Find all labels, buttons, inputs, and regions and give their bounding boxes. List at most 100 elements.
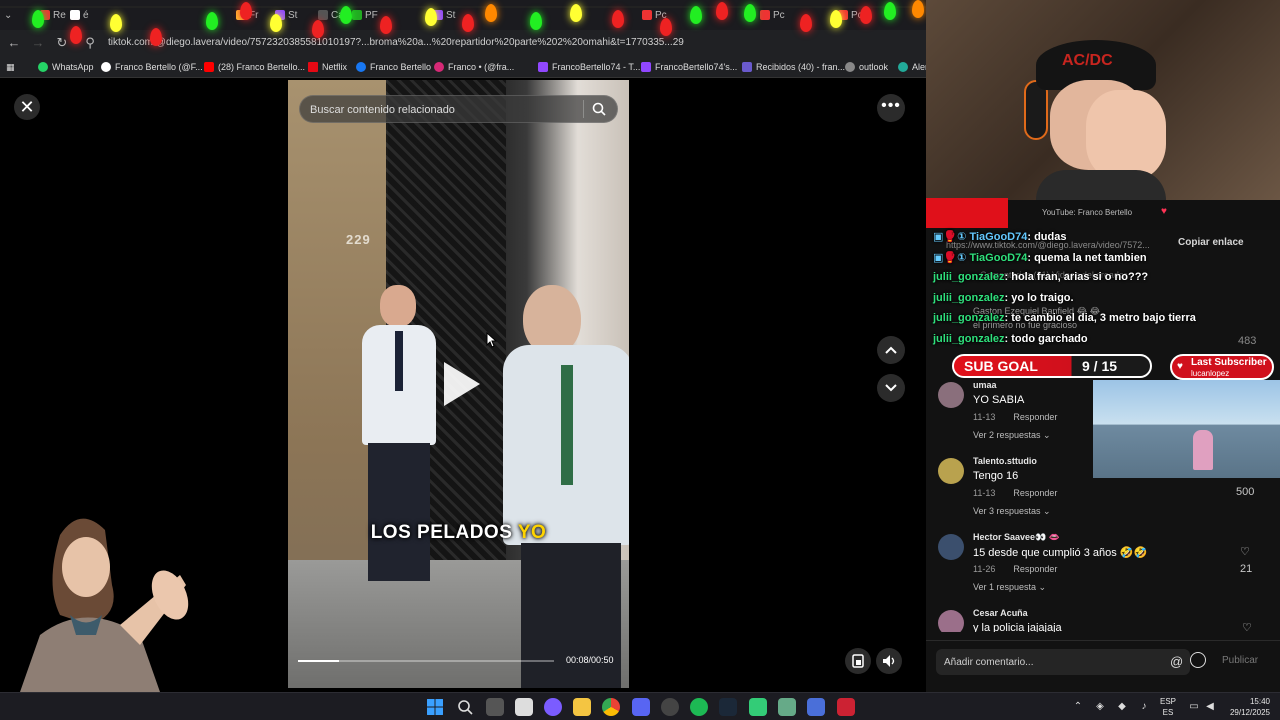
chat-message: julii_gonzalez: todo garchado bbox=[933, 333, 1088, 345]
microphone-icon[interactable]: ♪ bbox=[1138, 701, 1150, 713]
more-options-button[interactable]: ••• bbox=[877, 94, 905, 122]
network-icon[interactable]: ▭ bbox=[1188, 701, 1200, 713]
tab-menu-chevron[interactable]: ⌄ bbox=[4, 6, 12, 24]
forward-arrow-icon[interactable]: → bbox=[30, 35, 46, 51]
building-number: 229 bbox=[346, 232, 371, 247]
reload-icon[interactable]: ↻ bbox=[54, 35, 70, 51]
apps-grid-icon[interactable]: ▦ bbox=[6, 60, 15, 74]
avatar[interactable] bbox=[938, 458, 964, 484]
avatar[interactable] bbox=[938, 382, 964, 408]
copy-link-button[interactable]: Copiar enlace bbox=[1178, 237, 1244, 248]
emoji-icon[interactable] bbox=[1190, 652, 1206, 668]
bookmark-twitch-2[interactable]: FrancoBertello74's... bbox=[641, 60, 737, 74]
heart-icon: ♥ bbox=[1161, 206, 1167, 217]
back-arrow-icon[interactable]: ← bbox=[6, 35, 22, 51]
windows-start-icon[interactable] bbox=[426, 698, 444, 716]
close-button[interactable]: ✕ bbox=[14, 94, 40, 120]
volume-button[interactable] bbox=[876, 648, 902, 674]
bookmark-mail[interactable]: Recibidos (40) - fran... bbox=[742, 60, 845, 74]
steam-icon[interactable] bbox=[719, 698, 737, 716]
mouse-cursor-icon bbox=[486, 332, 498, 348]
picture-in-picture-button[interactable] bbox=[845, 648, 871, 674]
app-icon[interactable] bbox=[837, 698, 855, 716]
faded-like-count: 483 bbox=[1238, 335, 1257, 347]
bookmark-whatsapp[interactable]: WhatsApp bbox=[38, 60, 94, 74]
light-bulb bbox=[830, 10, 842, 28]
chrome-icon[interactable] bbox=[602, 698, 620, 716]
comment-author[interactable]: Talento.sttudio bbox=[973, 456, 1037, 466]
app-icon[interactable] bbox=[544, 698, 562, 716]
spotify-icon[interactable] bbox=[690, 698, 708, 716]
task-view-icon[interactable] bbox=[486, 698, 504, 716]
light-bulb bbox=[612, 10, 624, 28]
comment-date: 11-26 bbox=[973, 564, 996, 574]
volume-icon[interactable]: ◀ bbox=[1204, 701, 1216, 713]
comment-author[interactable]: Cesar Acuña bbox=[973, 608, 1028, 618]
light-bulb bbox=[912, 0, 924, 18]
bookmark-youtube[interactable]: (28) Franco Bertello... bbox=[204, 60, 305, 74]
view-replies-button[interactable]: Ver 3 respuestas ⌄ bbox=[973, 506, 1051, 517]
bookmark-outlook[interactable]: outlook bbox=[845, 60, 888, 74]
site-info-icon[interactable]: ⚲ bbox=[82, 35, 98, 51]
publish-button[interactable]: Publicar bbox=[1222, 655, 1258, 666]
app-icon[interactable] bbox=[661, 698, 679, 716]
tray-app-icon[interactable]: ◆ bbox=[1116, 701, 1128, 713]
comment-item: Cesar Acuña y la policia jajajaja bbox=[938, 608, 1218, 632]
language-indicator[interactable]: ESP ES bbox=[1160, 696, 1176, 718]
app-icon[interactable] bbox=[749, 698, 767, 716]
light-bulb bbox=[716, 2, 728, 20]
chevron-up-icon[interactable]: ⌃ bbox=[1072, 701, 1084, 713]
windows-taskbar: ⌃ ◈ ◆ ♪ ESP ES ▭ ◀ 15:40 29/12/2025 bbox=[0, 692, 1280, 720]
url-field[interactable]: tiktok.com/@diego.lavera/video/757232038… bbox=[108, 34, 684, 52]
light-bulb bbox=[690, 6, 702, 24]
like-heart-icon[interactable]: ♡ bbox=[1240, 545, 1250, 558]
related-search-input[interactable] bbox=[310, 102, 580, 118]
related-search bbox=[299, 95, 618, 123]
avatar[interactable] bbox=[938, 610, 964, 632]
file-explorer-icon[interactable] bbox=[573, 698, 591, 716]
app-icon[interactable] bbox=[807, 698, 825, 716]
reply-button[interactable]: Responder bbox=[1013, 564, 1057, 574]
bookmark-facebook[interactable]: Franco Bertello bbox=[356, 60, 431, 74]
streamer: AC/DC bbox=[1024, 40, 1166, 200]
discord-icon[interactable] bbox=[632, 698, 650, 716]
bookmark-instagram[interactable]: Franco • (@fra... bbox=[434, 60, 514, 74]
reply-button[interactable]: Responder bbox=[1013, 412, 1057, 422]
comment-text: YO SABIA bbox=[973, 394, 1025, 406]
mention-icon[interactable]: @ bbox=[1170, 654, 1183, 669]
like-heart-icon[interactable]: ♡ bbox=[1242, 621, 1252, 631]
sub-goal-label: SUB GOAL bbox=[964, 358, 1038, 374]
app-icon[interactable] bbox=[778, 698, 796, 716]
video-progress-bar[interactable] bbox=[298, 660, 554, 662]
search-icon[interactable] bbox=[456, 698, 474, 716]
browser-tab[interactable]: Pc bbox=[760, 6, 785, 24]
light-bulb bbox=[425, 8, 437, 26]
bookmark-alert[interactable]: Aler bbox=[898, 60, 928, 74]
bookmark-x[interactable]: Franco Bertello (@F... bbox=[101, 60, 203, 74]
play-icon[interactable] bbox=[444, 362, 480, 406]
previous-video-button[interactable] bbox=[877, 336, 905, 364]
bookmark-twitch[interactable]: FrancoBertello74 - T... bbox=[538, 60, 640, 74]
view-replies-button[interactable]: Ver 1 respuesta ⌄ bbox=[973, 582, 1046, 593]
clock[interactable]: 15:40 29/12/2025 bbox=[1222, 696, 1270, 718]
next-video-button[interactable] bbox=[877, 374, 905, 402]
browser-tab[interactable]: é bbox=[70, 6, 89, 24]
video-caption: LOS PELADOS YO bbox=[370, 522, 547, 543]
store-icon[interactable] bbox=[515, 698, 533, 716]
reply-button[interactable]: Responder bbox=[1013, 488, 1057, 498]
comment-author[interactable]: Hector Saavee👀 👄 bbox=[973, 532, 1060, 543]
comment-author[interactable]: umaa bbox=[973, 380, 997, 390]
search-icon[interactable] bbox=[591, 101, 607, 117]
comment-date: 11-13 bbox=[973, 488, 996, 498]
comment-input[interactable] bbox=[936, 649, 1190, 675]
bookmark-netflix[interactable]: Netflix bbox=[308, 60, 347, 74]
comment-date: 11-13 bbox=[973, 412, 996, 422]
comment-text: Tengo 16 bbox=[973, 470, 1019, 482]
avatar[interactable] bbox=[938, 534, 964, 560]
view-replies-button[interactable]: Ver 2 respuestas ⌄ bbox=[973, 430, 1051, 441]
browser-tab[interactable]: PF bbox=[352, 6, 378, 24]
light-bulb bbox=[340, 6, 352, 24]
tray-app-icon[interactable]: ◈ bbox=[1094, 701, 1106, 713]
pip-icon bbox=[852, 654, 864, 668]
game-capture bbox=[1093, 380, 1280, 478]
